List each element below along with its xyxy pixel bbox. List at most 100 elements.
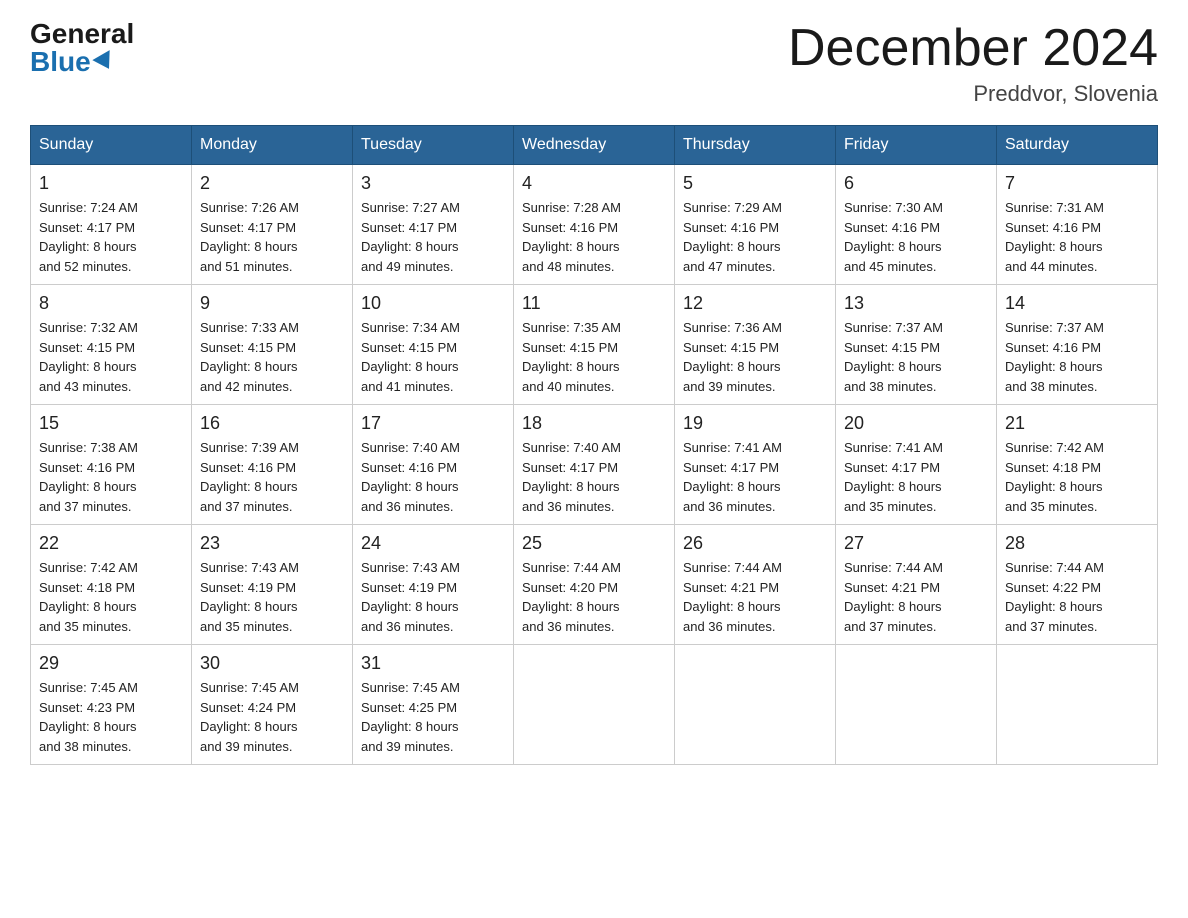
day-cell-17: 17 Sunrise: 7:40 AMSunset: 4:16 PMDayligh… [353,405,514,525]
day-info: Sunrise: 7:37 AMSunset: 4:16 PMDaylight:… [1005,318,1149,396]
day-info: Sunrise: 7:42 AMSunset: 4:18 PMDaylight:… [39,558,183,636]
header-sunday: Sunday [31,126,192,165]
day-cell-14: 14 Sunrise: 7:37 AMSunset: 4:16 PMDayligh… [997,285,1158,405]
day-number: 30 [200,653,344,674]
day-info: Sunrise: 7:32 AMSunset: 4:15 PMDaylight:… [39,318,183,396]
day-number: 2 [200,173,344,194]
day-number: 11 [522,293,666,314]
calendar-header-row: SundayMondayTuesdayWednesdayThursdayFrid… [31,126,1158,165]
location-subtitle: Preddvor, Slovenia [788,81,1158,107]
day-info: Sunrise: 7:37 AMSunset: 4:15 PMDaylight:… [844,318,988,396]
day-cell-27: 27Sunrise: 7:44 AMSunset: 4:21 PMDayligh… [836,525,997,645]
day-cell-2: 2 Sunrise: 7:26 AMSunset: 4:17 PMDaylight… [192,165,353,285]
day-info: Sunrise: 7:44 AMSunset: 4:20 PMDaylight:… [522,558,666,636]
week-row-3: 15Sunrise: 7:38 AMSunset: 4:16 PMDayligh… [31,405,1158,525]
day-cell-1: 1Sunrise: 7:24 AMSunset: 4:17 PMDaylight… [31,165,192,285]
day-info: Sunrise: 7:31 AMSunset: 4:16 PMDaylight:… [1005,198,1149,276]
day-info: Sunrise: 7:45 AMSunset: 4:25 PMDaylight:… [361,678,505,756]
day-info: Sunrise: 7:45 AMSunset: 4:23 PMDaylight:… [39,678,183,756]
day-cell-12: 12 Sunrise: 7:36 AMSunset: 4:15 PMDayligh… [675,285,836,405]
day-cell-28: 28Sunrise: 7:44 AMSunset: 4:22 PMDayligh… [997,525,1158,645]
day-cell-18: 18Sunrise: 7:40 AMSunset: 4:17 PMDayligh… [514,405,675,525]
day-cell-9: 9Sunrise: 7:33 AMSunset: 4:15 PMDaylight… [192,285,353,405]
day-cell-5: 5 Sunrise: 7:29 AMSunset: 4:16 PMDaylight… [675,165,836,285]
day-info: Sunrise: 7:41 AMSunset: 4:17 PMDaylight:… [844,438,988,516]
logo-triangle-icon [92,50,117,74]
day-info: Sunrise: 7:26 AMSunset: 4:17 PMDaylight:… [200,198,344,276]
day-number: 10 [361,293,505,314]
day-info: Sunrise: 7:44 AMSunset: 4:21 PMDaylight:… [683,558,827,636]
day-cell-10: 10Sunrise: 7:34 AMSunset: 4:15 PMDayligh… [353,285,514,405]
day-number: 31 [361,653,505,674]
header-thursday: Thursday [675,126,836,165]
day-number: 3 [361,173,505,194]
day-info: Sunrise: 7:33 AMSunset: 4:15 PMDaylight:… [200,318,344,396]
header-wednesday: Wednesday [514,126,675,165]
week-row-4: 22 Sunrise: 7:42 AMSunset: 4:18 PMDayligh… [31,525,1158,645]
day-info: Sunrise: 7:44 AMSunset: 4:21 PMDaylight:… [844,558,988,636]
day-number: 6 [844,173,988,194]
day-info: Sunrise: 7:42 AMSunset: 4:18 PMDaylight:… [1005,438,1149,516]
day-number: 23 [200,533,344,554]
day-number: 22 [39,533,183,554]
day-number: 14 [1005,293,1149,314]
day-number: 24 [361,533,505,554]
logo-general-text: General [30,20,134,48]
day-info: Sunrise: 7:30 AMSunset: 4:16 PMDaylight:… [844,198,988,276]
day-number: 4 [522,173,666,194]
day-number: 19 [683,413,827,434]
header-saturday: Saturday [997,126,1158,165]
day-cell-24: 24 Sunrise: 7:43 AMSunset: 4:19 PMDayligh… [353,525,514,645]
logo: General Blue [30,20,134,76]
week-row-2: 8 Sunrise: 7:32 AMSunset: 4:15 PMDaylight… [31,285,1158,405]
day-number: 8 [39,293,183,314]
header-monday: Monday [192,126,353,165]
day-cell-4: 4Sunrise: 7:28 AMSunset: 4:16 PMDaylight… [514,165,675,285]
week-row-5: 29 Sunrise: 7:45 AMSunset: 4:23 PMDayligh… [31,645,1158,765]
day-cell-8: 8 Sunrise: 7:32 AMSunset: 4:15 PMDaylight… [31,285,192,405]
day-number: 16 [200,413,344,434]
day-cell-15: 15Sunrise: 7:38 AMSunset: 4:16 PMDayligh… [31,405,192,525]
day-number: 29 [39,653,183,674]
day-number: 26 [683,533,827,554]
week-row-1: 1Sunrise: 7:24 AMSunset: 4:17 PMDaylight… [31,165,1158,285]
day-number: 13 [844,293,988,314]
day-number: 7 [1005,173,1149,194]
empty-cell-w4-d5 [836,645,997,765]
day-cell-16: 16 Sunrise: 7:39 AMSunset: 4:16 PMDayligh… [192,405,353,525]
day-cell-3: 3Sunrise: 7:27 AMSunset: 4:17 PMDaylight… [353,165,514,285]
day-cell-21: 21Sunrise: 7:42 AMSunset: 4:18 PMDayligh… [997,405,1158,525]
day-info: Sunrise: 7:45 AMSunset: 4:24 PMDaylight:… [200,678,344,756]
day-cell-29: 29 Sunrise: 7:45 AMSunset: 4:23 PMDayligh… [31,645,192,765]
day-info: Sunrise: 7:43 AMSunset: 4:19 PMDaylight:… [361,558,505,636]
day-cell-23: 23 Sunrise: 7:43 AMSunset: 4:19 PMDayligh… [192,525,353,645]
day-cell-31: 31 Sunrise: 7:45 AMSunset: 4:25 PMDayligh… [353,645,514,765]
empty-cell-w4-d3 [514,645,675,765]
day-cell-25: 25Sunrise: 7:44 AMSunset: 4:20 PMDayligh… [514,525,675,645]
page-header: General Blue December 2024 Preddvor, Slo… [30,20,1158,107]
day-number: 12 [683,293,827,314]
empty-cell-w4-d4 [675,645,836,765]
day-number: 1 [39,173,183,194]
header-friday: Friday [836,126,997,165]
header-tuesday: Tuesday [353,126,514,165]
day-cell-11: 11Sunrise: 7:35 AMSunset: 4:15 PMDayligh… [514,285,675,405]
day-cell-30: 30 Sunrise: 7:45 AMSunset: 4:24 PMDayligh… [192,645,353,765]
day-info: Sunrise: 7:29 AMSunset: 4:16 PMDaylight:… [683,198,827,276]
day-number: 17 [361,413,505,434]
month-title: December 2024 [788,20,1158,77]
day-info: Sunrise: 7:41 AMSunset: 4:17 PMDaylight:… [683,438,827,516]
calendar-table: SundayMondayTuesdayWednesdayThursdayFrid… [30,125,1158,765]
day-number: 18 [522,413,666,434]
day-info: Sunrise: 7:40 AMSunset: 4:16 PMDaylight:… [361,438,505,516]
day-cell-20: 20Sunrise: 7:41 AMSunset: 4:17 PMDayligh… [836,405,997,525]
day-info: Sunrise: 7:39 AMSunset: 4:16 PMDaylight:… [200,438,344,516]
day-cell-7: 7 Sunrise: 7:31 AMSunset: 4:16 PMDaylight… [997,165,1158,285]
day-number: 5 [683,173,827,194]
title-block: December 2024 Preddvor, Slovenia [788,20,1158,107]
day-info: Sunrise: 7:44 AMSunset: 4:22 PMDaylight:… [1005,558,1149,636]
day-info: Sunrise: 7:43 AMSunset: 4:19 PMDaylight:… [200,558,344,636]
day-number: 15 [39,413,183,434]
day-cell-13: 13 Sunrise: 7:37 AMSunset: 4:15 PMDayligh… [836,285,997,405]
day-info: Sunrise: 7:36 AMSunset: 4:15 PMDaylight:… [683,318,827,396]
